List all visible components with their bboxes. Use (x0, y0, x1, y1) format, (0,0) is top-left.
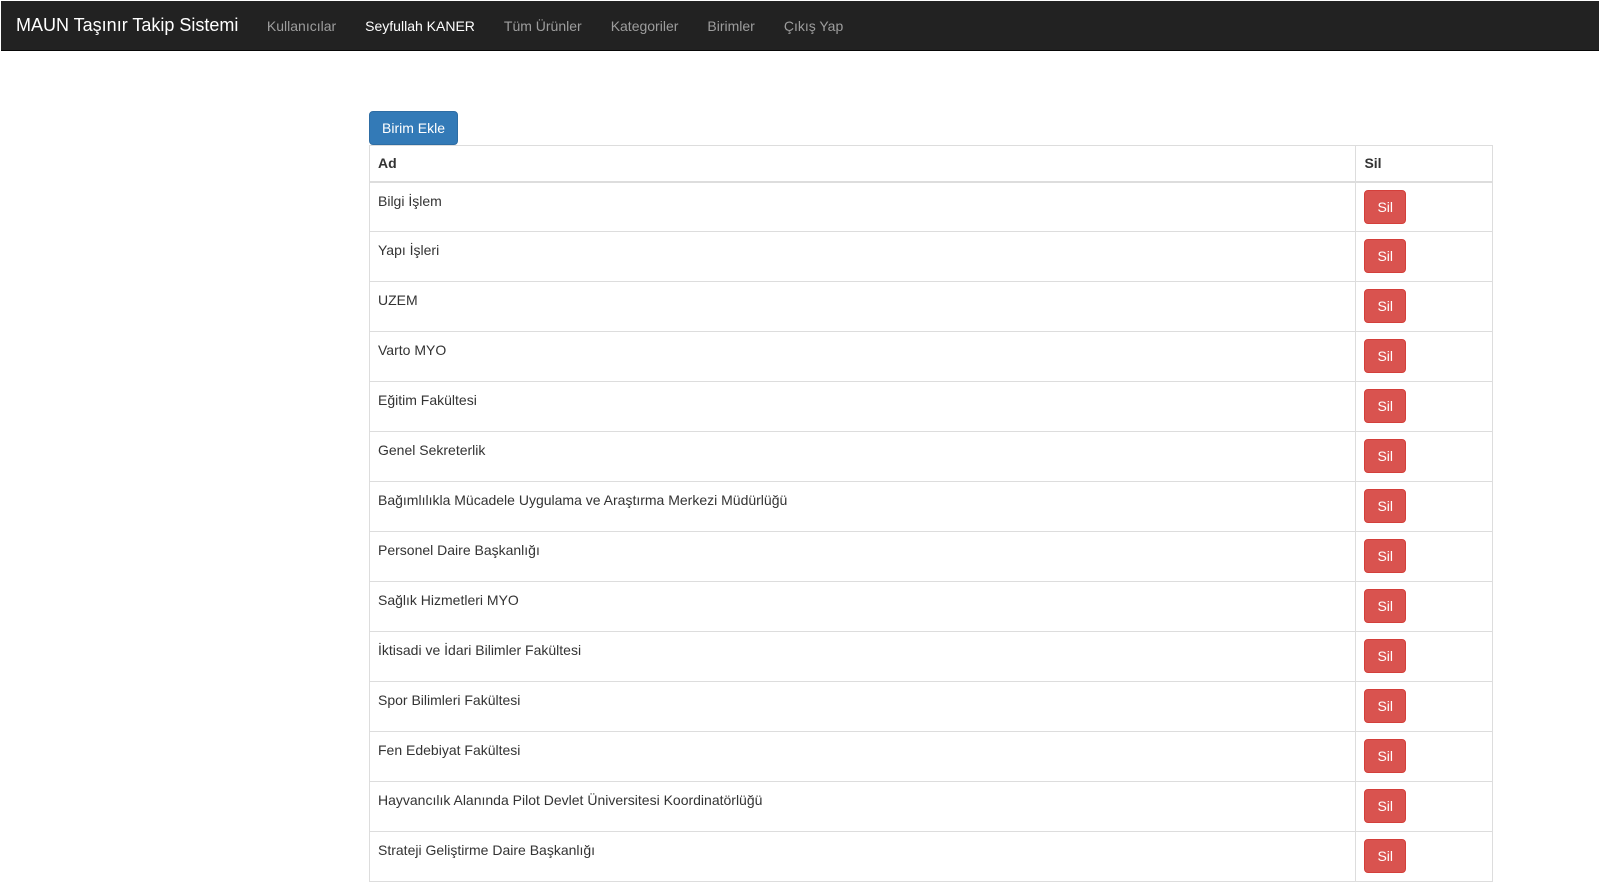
table-row: Bağımlılıkla Mücadele Uygulama ve Araştı… (368, 481, 1493, 532)
unit-name-cell: Bilgi İşlem (368, 181, 1357, 232)
delete-button[interactable]: Sil (1364, 789, 1406, 823)
delete-button[interactable]: Sil (1364, 589, 1406, 623)
nav-item-user[interactable]: Seyfullah KANER (351, 18, 490, 34)
delete-cell: Sil (1355, 831, 1493, 882)
unit-name-cell: Genel Sekreterlik (368, 431, 1357, 482)
table-row: Eğitim Fakültesi Sil (368, 381, 1493, 432)
top-navbar: MAUN Taşınır Takip Sistemi Kullanıcılar … (1, 1, 1599, 51)
delete-button[interactable]: Sil (1364, 189, 1406, 224)
table-row: Personel Daire Başkanlığı Sil (368, 531, 1493, 582)
delete-cell: Sil (1355, 631, 1493, 682)
delete-cell: Sil (1355, 431, 1493, 482)
main-content: Birim Ekle Ad Sil Bilgi İşlem Sil Yapı İşl… (368, 111, 1501, 882)
table-body: Bilgi İşlem Sil Yapı İşleri Sil UZEM Sil Varto… (368, 181, 1493, 882)
delete-cell: Sil (1355, 731, 1493, 782)
delete-button[interactable]: Sil (1364, 339, 1406, 373)
delete-button[interactable]: Sil (1364, 489, 1406, 523)
unit-name-cell: Sağlık Hizmetleri MYO (368, 581, 1357, 632)
nav-item-cikis-yap[interactable]: Çıkış Yap (769, 18, 857, 34)
nav-item-tum-urunler[interactable]: Tüm Ürünler (489, 18, 596, 34)
delete-cell: Sil (1355, 331, 1493, 382)
delete-cell: Sil (1355, 681, 1493, 732)
delete-cell: Sil (1355, 531, 1493, 582)
table-row: Hayvancılık Alanında Pilot Devlet Üniver… (368, 781, 1493, 832)
table-row: UZEM Sil (368, 281, 1493, 332)
table-row: Varto MYO Sil (368, 331, 1493, 382)
unit-name-cell: Yapı İşleri (368, 231, 1357, 282)
table-row: Strateji Geliştirme Daire Başkanlığı Sil (368, 831, 1493, 882)
table-row: Sağlık Hizmetleri MYO Sil (368, 581, 1493, 632)
delete-cell: Sil (1355, 231, 1493, 282)
delete-cell: Sil (1355, 781, 1493, 832)
table-row: Genel Sekreterlik Sil (368, 431, 1493, 482)
delete-cell: Sil (1355, 181, 1493, 232)
unit-name-cell: UZEM (368, 281, 1357, 332)
unit-name-cell: Personel Daire Başkanlığı (368, 531, 1357, 582)
delete-button[interactable]: Sil (1364, 689, 1406, 723)
delete-cell: Sil (1355, 481, 1493, 532)
unit-name-cell: Fen Edebiyat Fakültesi (368, 731, 1357, 782)
column-header-delete: Sil (1355, 145, 1493, 183)
add-unit-button[interactable]: Birim Ekle (369, 111, 459, 145)
unit-name-cell: Bağımlılıkla Mücadele Uygulama ve Araştı… (368, 481, 1357, 532)
unit-name-cell: Spor Bilimleri Fakültesi (368, 681, 1357, 732)
brand-link[interactable]: MAUN Taşınır Takip Sistemi (1, 15, 238, 36)
unit-name-cell: Eğitim Fakültesi (368, 381, 1357, 432)
delete-button[interactable]: Sil (1364, 539, 1406, 573)
table-row: Yapı İşleri Sil (368, 231, 1493, 282)
nav-item-kullanicilar[interactable]: Kullanıcılar (252, 18, 350, 34)
units-table: Ad Sil Bilgi İşlem Sil Yapı İşleri Sil UZEM S… (368, 145, 1493, 882)
table-row: Spor Bilimleri Fakültesi Sil (368, 681, 1493, 732)
delete-cell: Sil (1355, 281, 1493, 332)
unit-name-cell: Varto MYO (368, 331, 1357, 382)
delete-button[interactable]: Sil (1364, 239, 1406, 273)
delete-cell: Sil (1355, 381, 1493, 432)
delete-button[interactable]: Sil (1364, 439, 1406, 473)
table-header-row: Ad Sil (368, 145, 1493, 183)
nav-item-birimler[interactable]: Birimler (693, 18, 769, 34)
table-row: Fen Edebiyat Fakültesi Sil (368, 731, 1493, 782)
delete-button[interactable]: Sil (1364, 739, 1406, 773)
delete-button[interactable]: Sil (1364, 289, 1406, 323)
nav-item-kategoriler[interactable]: Kategoriler (596, 18, 693, 34)
unit-name-cell: Hayvancılık Alanında Pilot Devlet Üniver… (368, 781, 1357, 832)
column-header-name: Ad (368, 145, 1357, 183)
unit-name-cell: İktisadi ve İdari Bilimler Fakültesi (368, 631, 1357, 682)
delete-cell: Sil (1355, 581, 1493, 632)
table-row: Bilgi İşlem Sil (368, 181, 1493, 232)
delete-button[interactable]: Sil (1364, 639, 1406, 673)
delete-button[interactable]: Sil (1364, 839, 1406, 873)
table-row: İktisadi ve İdari Bilimler Fakültesi Sil (368, 631, 1493, 682)
unit-name-cell: Strateji Geliştirme Daire Başkanlığı (368, 831, 1357, 882)
delete-button[interactable]: Sil (1364, 389, 1406, 423)
